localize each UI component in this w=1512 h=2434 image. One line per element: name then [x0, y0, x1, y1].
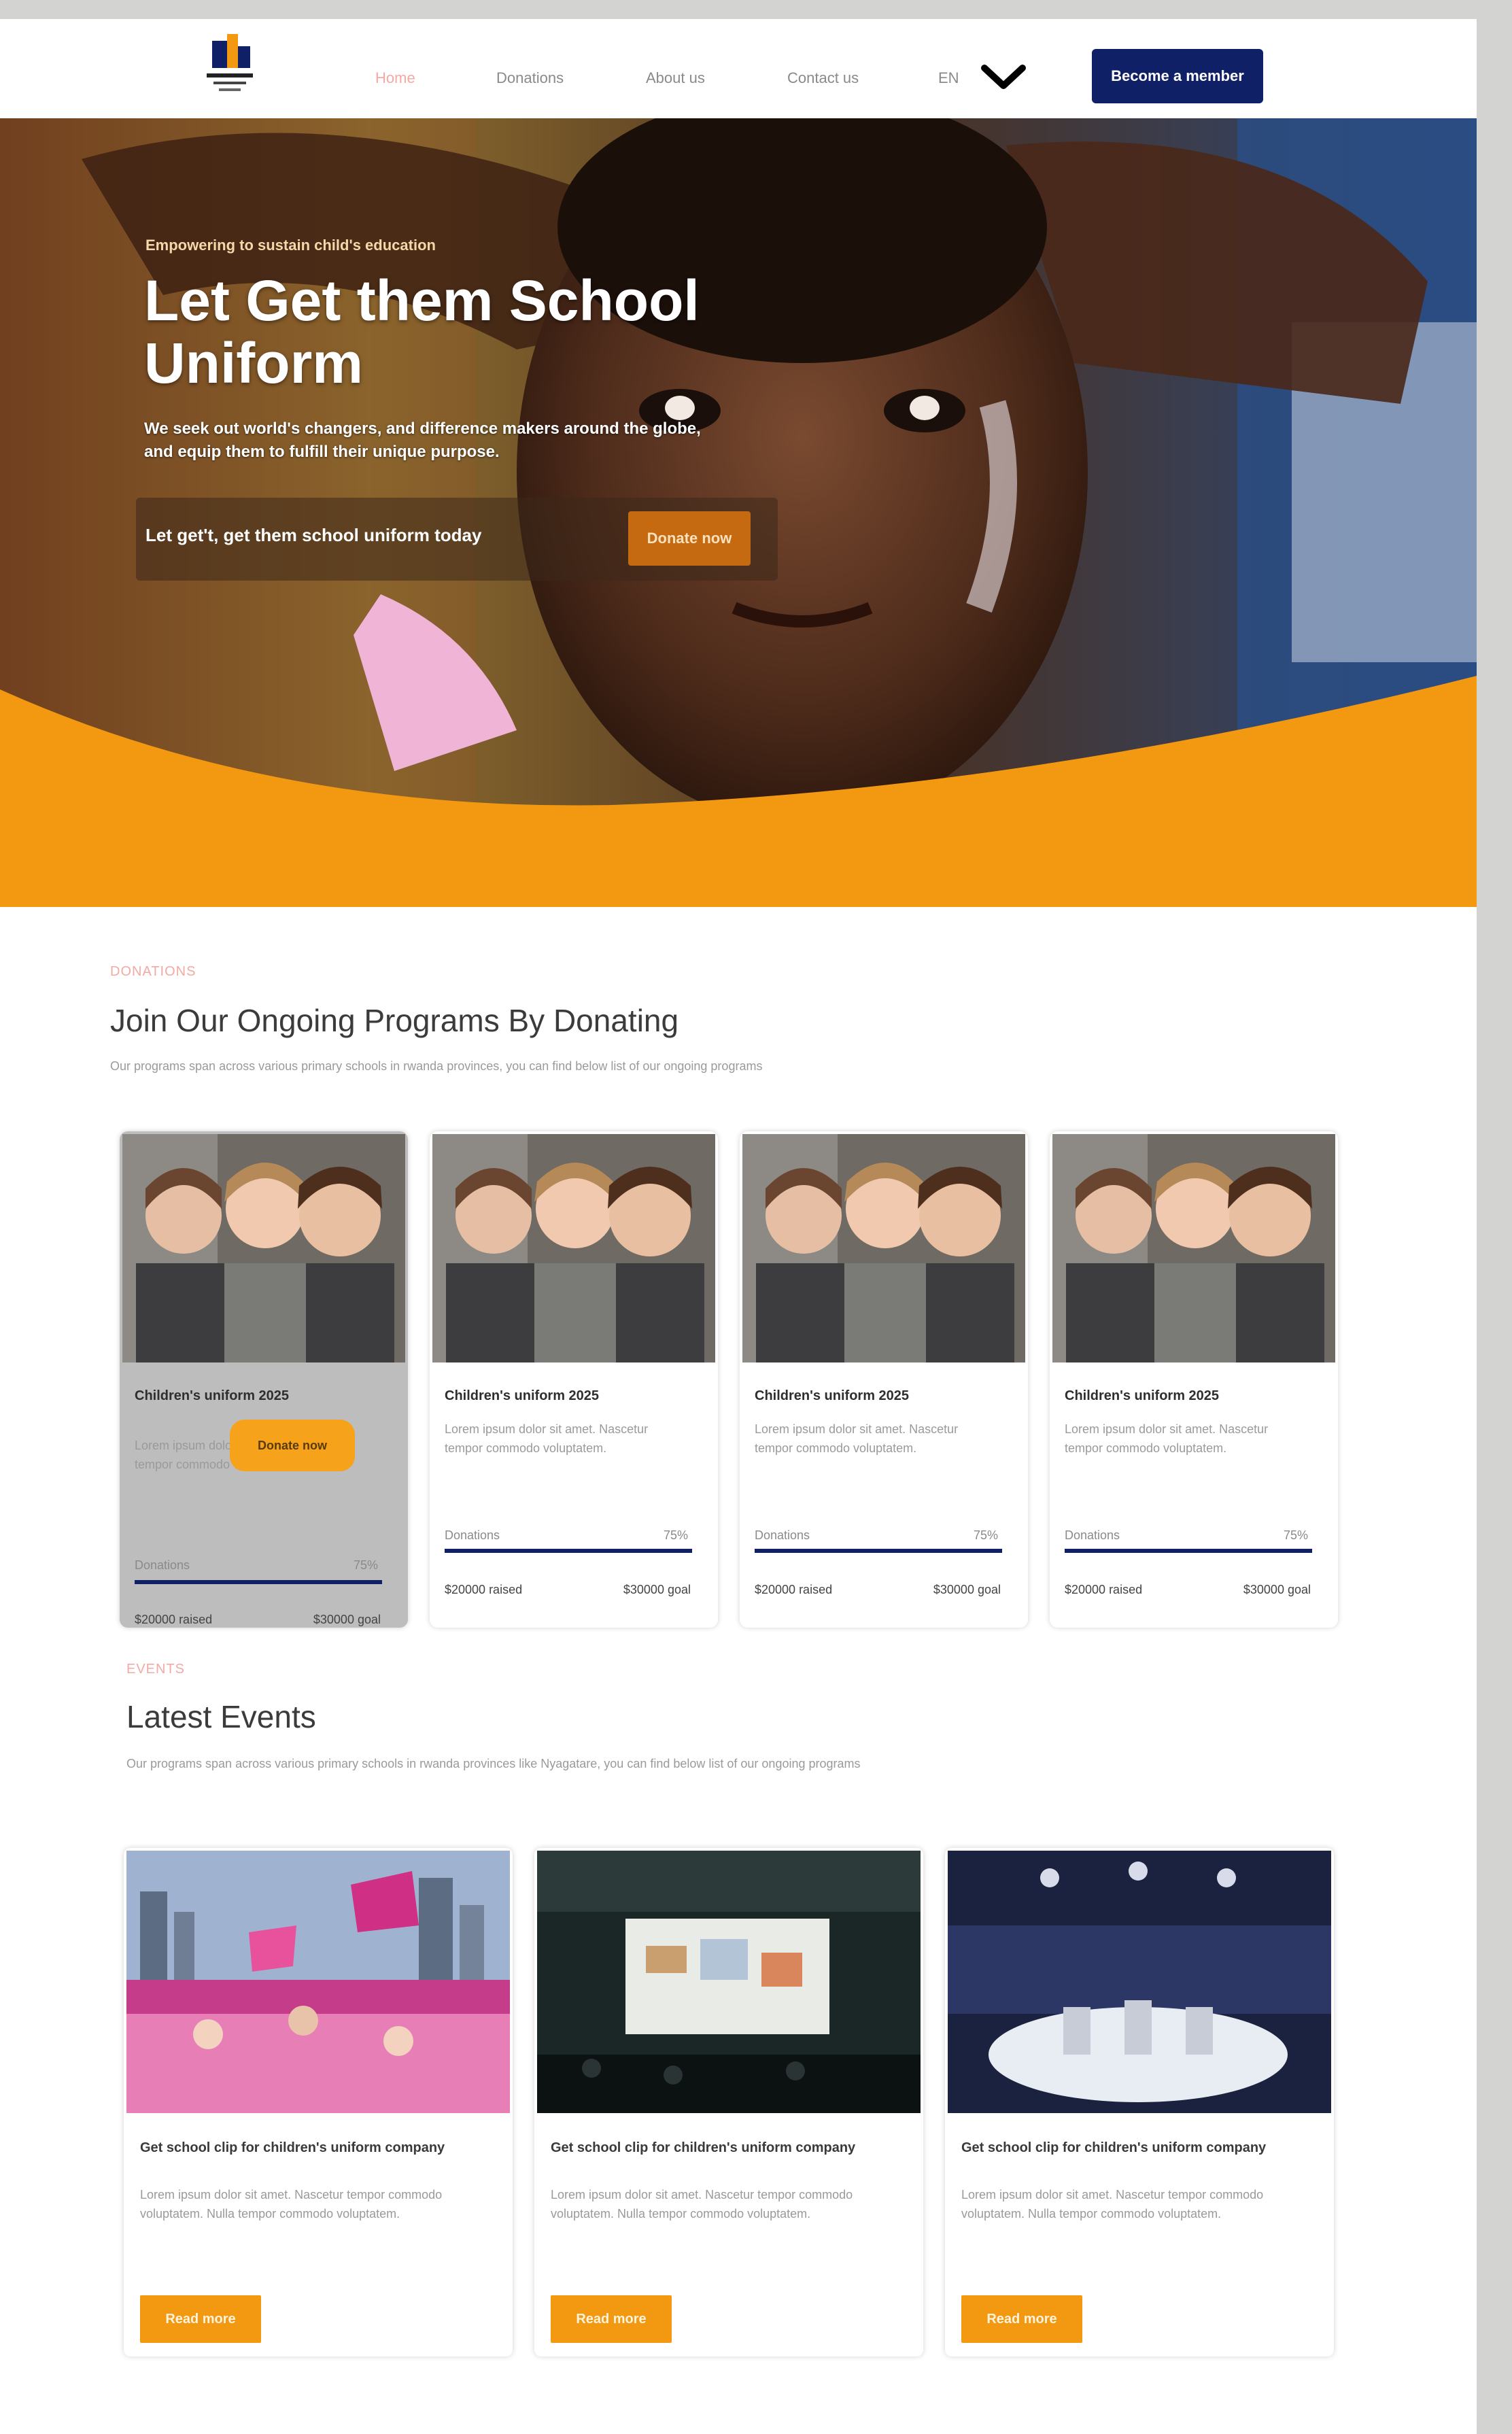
- children-photo: [742, 1134, 1025, 1362]
- event-card[interactable]: Get school clip for children's uniform c…: [124, 1848, 513, 2356]
- hero-title: Let Get them School Uniform: [144, 269, 700, 395]
- progress-fill: [135, 1580, 382, 1584]
- event-title: Get school clip for children's uniform c…: [961, 2140, 1267, 2155]
- card-donate-button[interactable]: Donate now: [230, 1420, 355, 1471]
- events-eyebrow: EVENTS: [126, 1662, 186, 1677]
- raised-amount: $20000 raised: [1065, 1583, 1143, 1596]
- read-more-button[interactable]: Read more: [140, 2295, 261, 2343]
- event-title: Get school clip for children's uniform c…: [140, 2140, 445, 2155]
- event-photo-panel: [948, 1851, 1331, 2113]
- event-title: Get school clip for children's uniform c…: [551, 2140, 856, 2155]
- raised-amount: $20000 raised: [445, 1583, 523, 1596]
- card-text: Lorem ipsum dolor sit amet. Nascetur tem…: [445, 1422, 649, 1455]
- progress-label: Donations: [135, 1558, 190, 1572]
- donations-description: Our programs span across various primary…: [110, 1059, 763, 1073]
- hero-donate-button[interactable]: Donate now: [628, 511, 751, 566]
- goal-amount: $30000 goal: [623, 1583, 691, 1596]
- event-card[interactable]: Get school clip for children's uniform c…: [534, 1848, 923, 2356]
- nav-link-contact[interactable]: Contact us: [787, 69, 859, 87]
- chevron-down-icon[interactable]: [979, 60, 1028, 94]
- read-more-button[interactable]: Read more: [551, 2295, 672, 2343]
- hero-cta-text: Let get't, get them school uniform today: [145, 525, 482, 545]
- card-text: Lorem ipsum dolor sit amet. Nascetur tem…: [755, 1422, 959, 1455]
- donation-card[interactable]: Children's uniform 2025 Lorem ipsum dolo…: [430, 1131, 718, 1628]
- logo[interactable]: [197, 31, 262, 106]
- card-text: Lorem ipsum dolor sit amet. Nascetur tem…: [1065, 1422, 1269, 1455]
- read-more-button[interactable]: Read more: [961, 2295, 1082, 2343]
- goal-amount: $30000 goal: [313, 1613, 381, 1626]
- hero-eyebrow: Empowering to sustain child's education: [145, 237, 436, 254]
- event-text: Lorem ipsum dolor sit amet. Nascetur tem…: [140, 2188, 443, 2221]
- progress-bar: [135, 1580, 382, 1584]
- nav-link-donations[interactable]: Donations: [496, 69, 564, 87]
- hero-cta-box: Let get't, get them school uniform today…: [136, 498, 778, 581]
- progress-percent: 75%: [663, 1528, 688, 1542]
- donation-card[interactable]: Children's uniform 2025 Lorem ipsum dolo…: [740, 1131, 1028, 1628]
- event-photo-crowd: [126, 1851, 510, 2113]
- progress-fill: [755, 1549, 1002, 1553]
- event-text: Lorem ipsum dolor sit amet. Nascetur tem…: [551, 2188, 853, 2221]
- event-text: Lorem ipsum dolor sit amet. Nascetur tem…: [961, 2188, 1264, 2221]
- event-photo-presentation: [537, 1851, 921, 2113]
- progress-percent: 75%: [973, 1528, 998, 1542]
- page: Home Donations About us Contact us EN Be…: [0, 19, 1477, 2434]
- become-member-button[interactable]: Become a member: [1092, 49, 1263, 103]
- nav-link-home[interactable]: Home: [375, 69, 415, 87]
- progress-fill: [1065, 1549, 1312, 1553]
- raised-amount: $20000 raised: [135, 1613, 213, 1626]
- progress-bar: [445, 1549, 692, 1553]
- card-title: Children's uniform 2025: [135, 1388, 290, 1403]
- children-photo: [1052, 1134, 1335, 1362]
- donation-card[interactable]: Children's uniform 2025 Lorem ipsum dolo…: [1050, 1131, 1338, 1628]
- event-card[interactable]: Get school clip for children's uniform c…: [945, 1848, 1334, 2356]
- progress-bar: [755, 1549, 1002, 1553]
- card-title: Children's uniform 2025: [445, 1388, 600, 1403]
- donations-title: Join Our Ongoing Programs By Donating: [110, 1003, 679, 1038]
- progress-bar: [1065, 1549, 1312, 1553]
- progress-label: Donations: [755, 1528, 810, 1542]
- progress-fill: [445, 1549, 692, 1553]
- progress-label: Donations: [445, 1528, 500, 1542]
- language-select[interactable]: EN: [938, 69, 959, 87]
- card-title: Children's uniform 2025: [1065, 1388, 1220, 1403]
- children-photo: [122, 1134, 405, 1362]
- donation-card[interactable]: Children's uniform 2025 Lorem ipsum dolo…: [120, 1131, 408, 1628]
- events-title: Latest Events: [126, 1699, 316, 1734]
- goal-amount: $30000 goal: [1243, 1583, 1311, 1596]
- donations-eyebrow: DONATIONS: [110, 964, 196, 979]
- card-title: Children's uniform 2025: [755, 1388, 910, 1403]
- nav-link-about[interactable]: About us: [646, 69, 705, 87]
- goal-amount: $30000 goal: [933, 1583, 1001, 1596]
- progress-percent: 75%: [1283, 1528, 1308, 1542]
- top-nav: Home Donations About us Contact us EN Be…: [0, 19, 1477, 118]
- hero-section: Empowering to sustain child's education …: [0, 118, 1477, 907]
- progress-label: Donations: [1065, 1528, 1120, 1542]
- hero-description: We seek out world's changers, and differ…: [144, 419, 701, 461]
- progress-percent: 75%: [353, 1558, 378, 1572]
- raised-amount: $20000 raised: [755, 1583, 833, 1596]
- events-description: Our programs span across various primary…: [126, 1757, 861, 1770]
- children-photo: [432, 1134, 715, 1362]
